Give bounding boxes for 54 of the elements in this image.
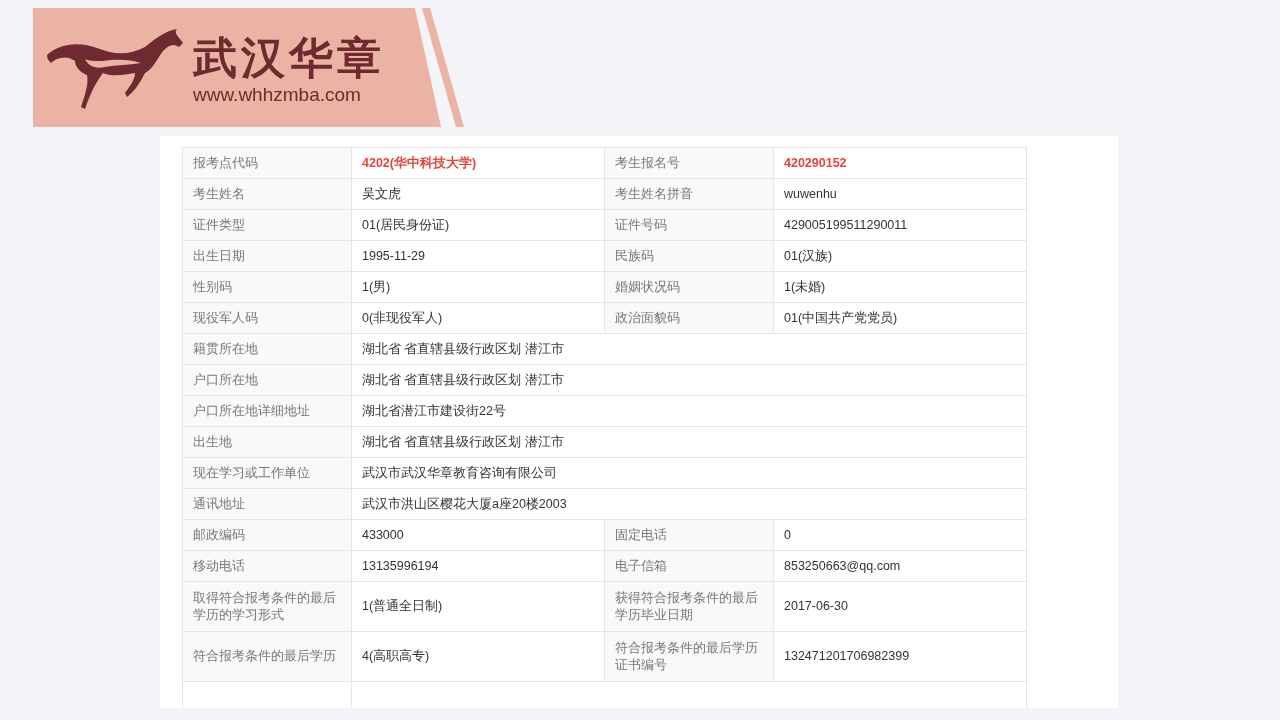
table-cell: 考生姓名 (182, 178, 352, 210)
table-cell: 出生地 (182, 426, 352, 458)
table-cell: 0 (773, 519, 1027, 551)
table-cell: 获得符合报考条件的最后学历毕业日期 (604, 581, 774, 632)
table-cell: 01(居民身份证) (351, 209, 605, 241)
table-cell: 420290152 (773, 147, 1027, 179)
table-cell: 现在学习或工作单位 (182, 457, 352, 489)
table-cell: 湖北省 省直辖县级行政区划 潜江市 (351, 364, 1027, 396)
table-cell: 2017-06-30 (773, 581, 1027, 632)
table-cell: 移动电话 (182, 550, 352, 582)
table-cell: 邮政编码 (182, 519, 352, 551)
table-cell: 武汉市武汉华章教育咨询有限公司 (351, 457, 1027, 489)
table-cell: 湖北省 省直辖县级行政区划 潜江市 (351, 426, 1027, 458)
table-cell: 符合报考条件的最后学历证书编号 (604, 631, 774, 682)
table-cell: 通讯地址 (182, 488, 352, 520)
table-cell: 符合报考条件的最后学历 (182, 631, 352, 682)
table-cell: 取得符合报考条件的最后学历的学习形式 (182, 581, 352, 632)
table-cell: 固定电话 (604, 519, 774, 551)
table-cell: 4202(华中科技大学) (351, 147, 605, 179)
table-cell: 01(汉族) (773, 240, 1027, 272)
table-cell: 武汉市洪山区樱花大厦a座20楼2003 (351, 488, 1027, 520)
table-cell: 考生报名号 (604, 147, 774, 179)
table-cell: 4(高职高专) (351, 631, 605, 682)
table-cell: 1(普通全日制) (351, 581, 605, 632)
table-cell: 湖北省潜江市建设街22号 (351, 395, 1027, 427)
table-cell: 婚姻状况码 (604, 271, 774, 303)
table-cell: 考生姓名拼音 (604, 178, 774, 210)
table-cell: 户口所在地 (182, 364, 352, 396)
table-cell: 0(非现役军人) (351, 302, 605, 334)
table-cell: 政治面貌码 (604, 302, 774, 334)
table-cell: 1(男) (351, 271, 605, 303)
table-cell: 籍贯所在地 (182, 333, 352, 365)
table-cell: 证件号码 (604, 209, 774, 241)
table-cell: 433000 (351, 519, 605, 551)
table-cell: 湖北省 省直辖县级行政区划 潜江市 (351, 333, 1027, 365)
table-cell: 电子信箱 (604, 550, 774, 582)
table-cell: 报考点代码 (182, 147, 352, 179)
table-cell: 出生日期 (182, 240, 352, 272)
table-cell: 13135996194 (351, 550, 605, 582)
table-cell: 性别码 (182, 271, 352, 303)
table-cell: 1(未婚) (773, 271, 1027, 303)
logo-title: 武汉华章 (193, 32, 385, 83)
logo-url: www.whhzmba.com (193, 82, 362, 107)
table-cell: 民族码 (604, 240, 774, 272)
table-cell: 吴文虎 (351, 178, 605, 210)
table-cell: 132471201706982399 (773, 631, 1027, 682)
table-cell: 现役军人码 (182, 302, 352, 334)
table-cell: 429005199511290011 (773, 209, 1027, 241)
table-cell: 853250663@qq.com (773, 550, 1027, 582)
table-cell: wuwenhu (773, 178, 1027, 210)
table-cell: 1995-11-29 (351, 240, 605, 272)
table-cell: 户口所在地详细地址 (182, 395, 352, 427)
table-cell: 证件类型 (182, 209, 352, 241)
table-cell: 01(中国共产党党员) (773, 302, 1027, 334)
